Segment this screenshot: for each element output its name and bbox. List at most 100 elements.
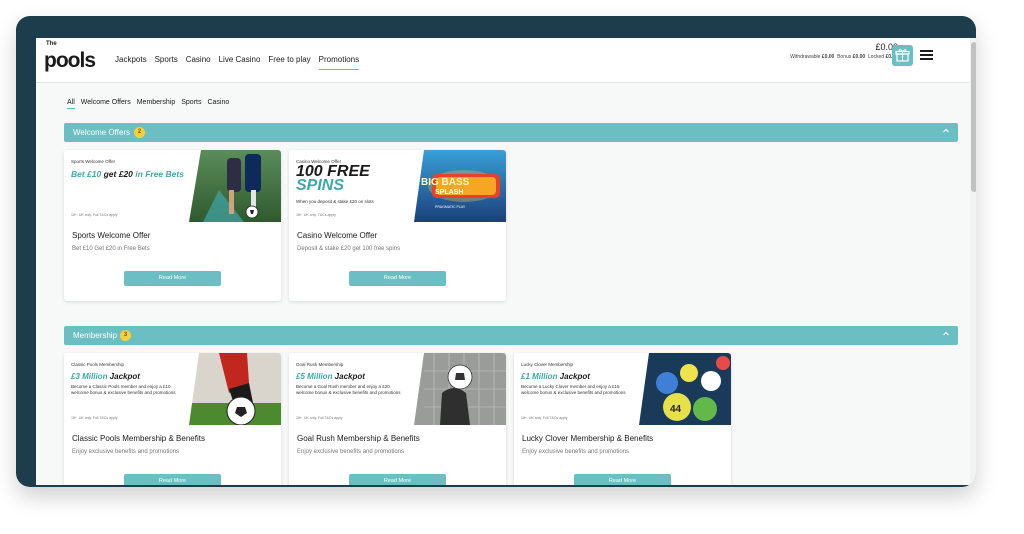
page-scrollbar[interactable] [970,38,976,485]
headline-amount: £5 Million [296,372,333,381]
card-title: Goal Rush Membership & Benefits [297,434,420,443]
nav-jackpots[interactable]: Jackpots [111,55,151,64]
nav-casino[interactable]: Casino [182,55,215,64]
headline-amount: £1 Million [521,372,558,381]
promo-banner: Sports Welcome Offer Bet £10 get £20 in … [64,150,281,222]
goalkeeper-image [414,353,506,425]
banner-eyebrow: Goal Rush Membership [296,362,344,367]
lottery-balls-image: 44 [639,353,731,425]
withdrawable-value: £0.00 [821,54,835,60]
banner-description: Become a Classic Pools member and enjoy … [71,384,176,395]
banner-terms: 18+. UK only. Full T&Cs apply [71,416,118,420]
promo-banner: Classic Pools Membership £3 Million Jack… [64,353,281,425]
svg-text:44: 44 [670,404,682,415]
read-more-button[interactable]: Read More [124,474,221,485]
card-title: Casino Welcome Offer [297,231,378,240]
promo-card-goal-rush[interactable]: Goal Rush Membership £5 Million Jackpot … [289,353,506,485]
browser-viewport: The pools Jackpots Sports Casino Live Ca… [36,38,976,485]
banner-eyebrow: Sports Welcome Offer [71,159,116,164]
gift-icon [895,49,910,62]
headline-jackpot: Jackpot [557,372,590,381]
count-badge: 2 [134,127,145,138]
card-description: Bet £10 Get £20 in Free Bets [72,246,150,252]
promo-banner: BIG BASS SPLASH PRAGMATIC PLAY Casino We… [289,150,506,222]
filter-sports[interactable]: Sports [178,99,204,106]
promo-card-lucky-clover[interactable]: 44 Lucky Clover Membership £1 Million Ja… [514,353,731,485]
section-header-welcome-offers[interactable]: Welcome Offers 2 [64,123,958,142]
main-nav: Jackpots Sports Casino Live Casino Free … [111,55,363,70]
scrollbar-thumb[interactable] [971,42,976,192]
card-title: Sports Welcome Offer [72,231,151,240]
read-more-button[interactable]: Read More [349,271,446,286]
locked-label: Locked [867,54,885,60]
nav-free-to-play[interactable]: Free to play [264,55,314,64]
headline-jackpot: Jackpot [332,372,365,381]
nav-live-casino[interactable]: Live Casino [215,55,265,64]
card-description: Enjoy exclusive benefits and promotions [297,449,405,455]
filter-membership[interactable]: Membership [134,99,179,106]
banner-headline: £5 Million Jackpot [296,372,365,381]
promo-banner: 44 Lucky Clover Membership £1 Million Ja… [514,353,731,425]
football-players-image [189,150,281,222]
logo-text: pools [44,49,96,72]
promotion-filter-tabs: All Welcome Offers Membership Sports Cas… [64,99,232,109]
account-balance[interactable]: £0.00 Withdrawable £0.00 Bonus £0.00 Loc… [790,42,898,60]
pools-logo[interactable]: The pools [44,41,96,75]
headline-amount: £3 Million [71,372,108,381]
section-title: Welcome Offers [73,128,131,137]
nav-promotions[interactable]: Promotions [315,55,363,70]
balance-amount: £0.00 [875,42,898,52]
game-brand: PRAGMATIC PLAY [435,205,466,209]
banner-terms: 18+. UK only. Full T&Cs apply [71,213,118,217]
card-title: Lucky Clover Membership & Benefits [522,434,654,443]
headline-amount: Bet £10 [71,169,102,179]
banner-terms: 18+. UK only. Full T&Cs apply [521,416,568,420]
card-description: Deposit & stake £20 get 100 free spins [297,246,401,252]
card-description: Enjoy exclusive benefits and promotions [72,449,180,455]
game-title-line1: BIG BASS [421,177,470,188]
chevron-up-icon [943,128,949,133]
section-title: Membership [73,331,118,340]
banner-eyebrow: Classic Pools Membership [71,362,125,367]
game-title-line2: SPLASH [435,189,464,196]
read-more-button[interactable]: Read More [574,474,671,485]
headline-line2: SPINS [296,177,345,194]
top-navigation-bar: The pools Jackpots Sports Casino Live Ca… [36,38,976,83]
banner-description: Become a Lucky Clover member and enjoy a… [521,384,626,395]
card-description: Enjoy exclusive benefits and promotions [522,449,630,455]
banner-headline: 100 FREE SPINS [296,164,370,194]
rewards-button[interactable] [892,45,913,66]
promo-card-classic-pools[interactable]: Classic Pools Membership £3 Million Jack… [64,353,281,485]
section-header-membership[interactable]: Membership 3 [64,326,958,345]
banner-terms: 18+. UK only. T&Cs apply [296,213,336,217]
promo-card-casino-welcome[interactable]: BIG BASS SPLASH PRAGMATIC PLAY Casino We… [289,150,506,301]
filter-all[interactable]: All [64,99,78,109]
promo-banner: Goal Rush Membership £5 Million Jackpot … [289,353,506,425]
hamburger-menu-icon[interactable] [920,50,933,61]
nav-sports[interactable]: Sports [151,55,182,64]
banner-terms: 18+. UK only. Full T&Cs apply [296,416,343,420]
headline-end: in Free Bets [135,169,184,179]
read-more-button[interactable]: Read More [349,474,446,485]
read-more-button[interactable]: Read More [124,271,221,286]
logo-the: The [46,41,57,47]
banner-headline: £1 Million Jackpot [521,372,590,381]
filter-casino[interactable]: Casino [204,99,232,106]
banner-headline: £3 Million Jackpot [71,372,140,381]
promo-card-sports-welcome[interactable]: Sports Welcome Offer Bet £10 get £20 in … [64,150,281,301]
device-frame: The pools Jackpots Sports Casino Live Ca… [16,16,976,487]
headline-middle: get £20 [101,169,136,179]
bonus-value: £0.00 [852,54,866,60]
count-badge: 3 [120,330,131,341]
balance-breakdown: Withdrawable £0.00 Bonus £0.00 Locked £0… [790,54,898,60]
banner-headline: Bet £10 get £20 in Free Bets [71,169,184,179]
banner-description: Become a Goal Rush member and enjoy a £2… [296,384,401,395]
filter-welcome-offers[interactable]: Welcome Offers [78,99,134,106]
football-kick-image [189,353,281,425]
bonus-label: Bonus [837,54,852,60]
chevron-up-icon [943,331,949,336]
headline-jackpot: Jackpot [107,372,140,381]
card-title: Classic Pools Membership & Benefits [72,434,205,443]
banner-subline: When you deposit & stake £20 on slots [296,199,374,204]
withdrawable-label: Withdrawable [790,54,821,60]
